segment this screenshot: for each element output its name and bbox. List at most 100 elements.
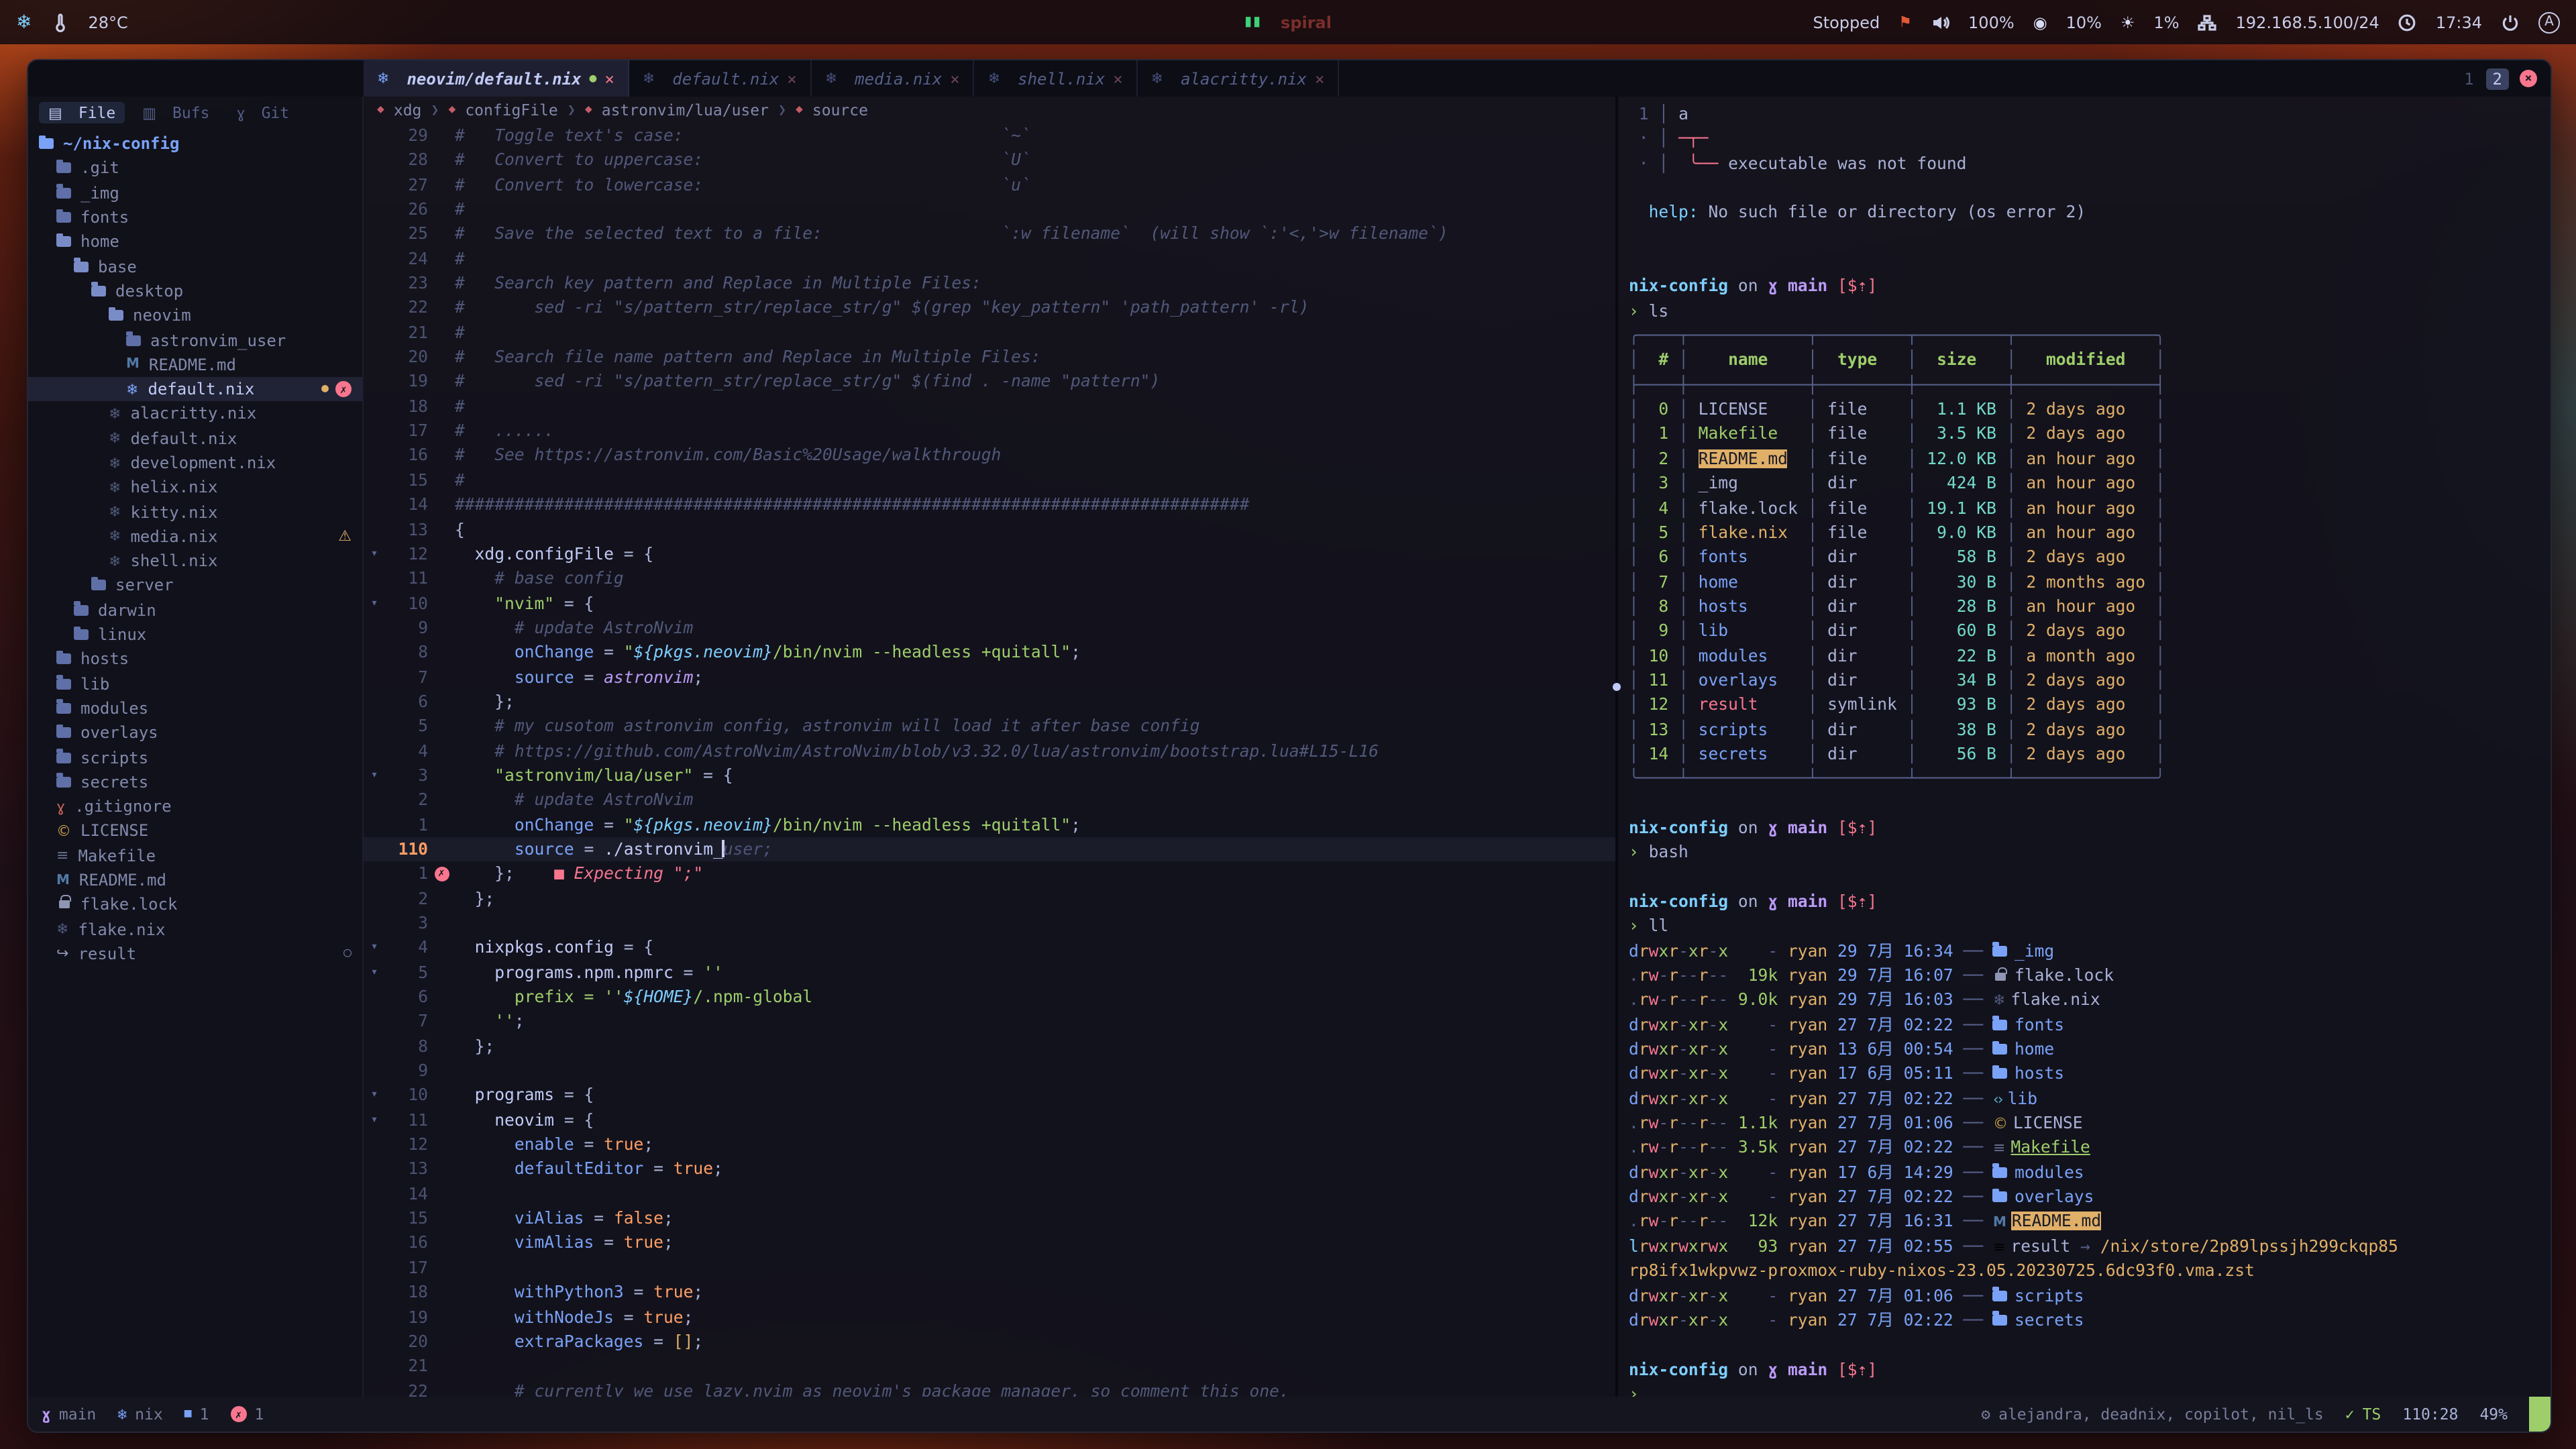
buffer-tab[interactable]: ❄alacritty.nix× [1138, 60, 1340, 97]
fold-icon[interactable] [364, 616, 385, 641]
code-line[interactable]: 16# See https://astronvim.com/Basic%20Us… [364, 443, 1615, 468]
tree-item[interactable]: base [28, 254, 362, 279]
tree-item[interactable]: scripts [28, 745, 362, 770]
tree-item[interactable]: lib [28, 672, 362, 696]
fold-icon[interactable] [364, 739, 385, 763]
tree-item[interactable]: ~/nix-config [28, 131, 362, 156]
code-line[interactable]: ▾10 "nvim" = { [364, 591, 1615, 616]
code-editor[interactable]: 29# Toggle text's case: `~` 28# Convert … [364, 123, 1615, 1397]
nix-menu-icon[interactable]: ❄ [16, 11, 32, 33]
fold-icon[interactable] [364, 394, 385, 419]
fold-icon[interactable] [364, 1034, 385, 1059]
tree-item[interactable]: ❄shell.nix [28, 549, 362, 574]
fold-icon[interactable] [364, 665, 385, 690]
code-line[interactable]: 9 # update AstroNvim [364, 616, 1615, 641]
code-line[interactable]: 20 extraPackages = []; [364, 1330, 1615, 1354]
code-line[interactable]: 12 enable = true; [364, 1132, 1615, 1157]
fold-icon[interactable] [364, 443, 385, 468]
code-line[interactable]: 2 }; [364, 886, 1615, 911]
fold-icon[interactable] [364, 690, 385, 714]
close-icon[interactable]: × [604, 69, 614, 88]
code-line[interactable]: 27# Convert to lowercase: `u` [364, 172, 1615, 197]
tree-item[interactable]: ɣ.gitignore [28, 794, 362, 819]
code-line[interactable]: 14######################################… [364, 492, 1615, 517]
terminal-pane[interactable]: 1 │ a · │ ─┬─ · │ ╰── executable was not… [1618, 97, 2551, 1397]
fold-icon[interactable] [364, 1206, 385, 1231]
tree-item[interactable]: MREADME.md [28, 352, 362, 377]
code-line[interactable]: 17 [364, 1256, 1615, 1281]
code-line[interactable]: 22 # currently we use lazy.nvim as neovi… [364, 1379, 1615, 1397]
close-icon[interactable]: × [787, 69, 796, 88]
fold-icon[interactable] [364, 862, 385, 887]
code-line[interactable]: 28# Convert to uppercase: `U` [364, 148, 1615, 173]
fold-icon[interactable] [364, 468, 385, 493]
tree-item[interactable]: .git [28, 156, 362, 181]
code-line[interactable]: 14 [364, 1182, 1615, 1207]
code-line[interactable]: 9 [364, 1059, 1615, 1083]
fold-icon[interactable] [364, 1157, 385, 1182]
code-line[interactable]: 13{ [364, 517, 1615, 542]
power-icon[interactable] [2501, 13, 2520, 32]
code-line[interactable]: 21# [364, 321, 1615, 345]
fold-icon[interactable] [364, 1379, 385, 1397]
tree-item[interactable]: ©LICENSE [28, 819, 362, 844]
tree-item[interactable]: ❄development.nix [28, 451, 362, 476]
code-line[interactable]: 16 vimAlias = true; [364, 1231, 1615, 1256]
tree-item[interactable]: server [28, 574, 362, 598]
media-pause-icon[interactable]: ▮▮ [1244, 15, 1262, 30]
fold-icon[interactable]: ▾ [364, 1108, 385, 1133]
code-line[interactable]: ▾11 neovim = { [364, 1108, 1615, 1133]
buffer-tab[interactable]: ❄media.nix× [812, 60, 975, 97]
tree-item[interactable]: ≡Makefile [28, 843, 362, 868]
code-line[interactable]: 13 defaultEditor = true; [364, 1157, 1615, 1182]
fold-icon[interactable] [364, 985, 385, 1010]
code-line[interactable]: 26# [364, 197, 1615, 222]
systemd-flag-icon[interactable]: ⚑ [1898, 13, 1912, 31]
code-line[interactable]: 19# sed -ri "s/pattern_str/replace_str/g… [364, 370, 1615, 394]
fold-icon[interactable] [364, 640, 385, 665]
code-line[interactable]: 6 }; [364, 690, 1615, 714]
window-separator[interactable] [1615, 97, 1618, 1397]
code-line[interactable]: 18# [364, 394, 1615, 419]
code-line[interactable]: 23# Search key pattern and Replace in Mu… [364, 271, 1615, 296]
fold-icon[interactable]: ▾ [364, 960, 385, 985]
code-line[interactable]: 18 withPython3 = true; [364, 1280, 1615, 1305]
neotree-tab-git[interactable]: ɣGit [227, 102, 299, 123]
fold-icon[interactable] [364, 123, 385, 148]
tree-item[interactable]: overlays [28, 720, 362, 745]
code-line[interactable]: 24# [364, 246, 1615, 271]
buffer-tab[interactable]: ❄default.nix× [629, 60, 812, 97]
tabpage-2[interactable]: 2 [2486, 68, 2509, 89]
fold-icon[interactable]: ▾ [364, 591, 385, 616]
fold-icon[interactable] [364, 566, 385, 591]
code-line[interactable]: 15 viAlias = false; [364, 1206, 1615, 1231]
code-line[interactable]: 15# [364, 468, 1615, 493]
fold-icon[interactable]: ▾ [364, 1083, 385, 1108]
tree-item[interactable]: hosts [28, 647, 362, 672]
file-tree[interactable]: ~/nix-config.git_imgfontshomebasedesktop… [28, 126, 362, 1397]
fold-icon[interactable] [364, 321, 385, 345]
scrollbar-dot[interactable] [1613, 683, 1621, 691]
fold-icon[interactable] [364, 911, 385, 936]
code-line[interactable]: 6 prefix = ''${HOME}/.npm-global [364, 985, 1615, 1010]
code-line[interactable]: 22# sed -ri "s/pattern_str/replace_str/g… [364, 296, 1615, 321]
tree-item[interactable]: neovim [28, 303, 362, 328]
code-line[interactable]: 7 source = astronvim; [364, 665, 1615, 690]
fold-icon[interactable] [364, 714, 385, 739]
tree-item[interactable]: _img [28, 180, 362, 205]
tree-item[interactable]: desktop [28, 279, 362, 304]
close-all-button[interactable]: × [2520, 70, 2537, 87]
fold-icon[interactable] [364, 1132, 385, 1157]
fold-icon[interactable] [364, 1059, 385, 1083]
fold-icon[interactable] [364, 370, 385, 394]
disc-icon[interactable]: ◉ [2033, 13, 2047, 32]
tree-item[interactable]: modules [28, 696, 362, 721]
fold-icon[interactable]: ▾ [364, 542, 385, 567]
fold-icon[interactable] [364, 837, 385, 862]
tree-item[interactable]: ❄default.nix [28, 426, 362, 451]
tree-item[interactable]: darwin [28, 598, 362, 623]
close-icon[interactable]: × [1113, 69, 1122, 88]
fold-icon[interactable] [364, 1010, 385, 1034]
code-line[interactable]: 11 # base config [364, 566, 1615, 591]
code-line[interactable]: ▾5 programs.npm.npmrc = '' [364, 960, 1615, 985]
